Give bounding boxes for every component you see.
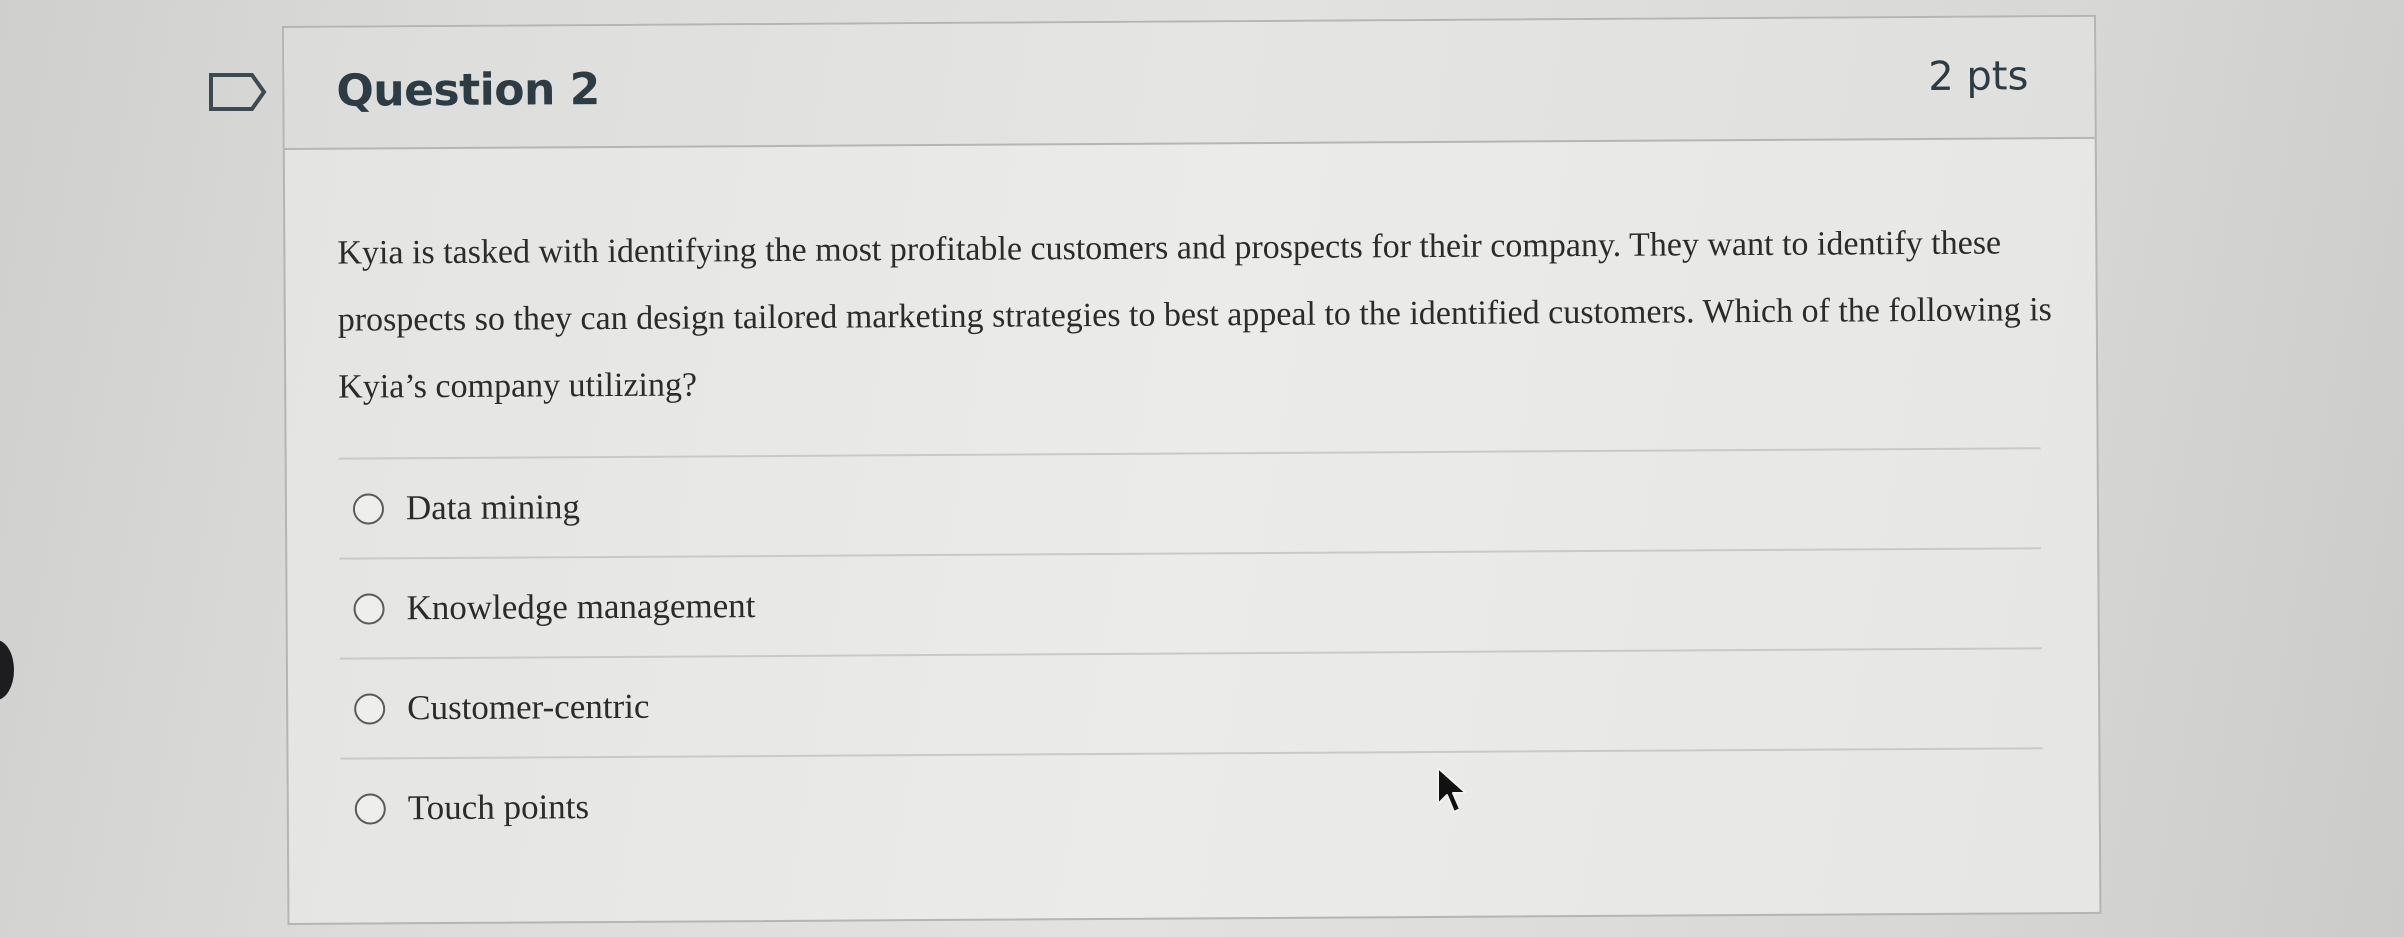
answer-label: Touch points	[407, 787, 590, 828]
question-title: Question 2	[336, 64, 600, 117]
answer-option-data-mining[interactable]: Data mining	[339, 449, 2042, 557]
flag-question-icon[interactable]	[208, 72, 268, 112]
answer-option-touch-points[interactable]: Touch points	[340, 749, 2043, 857]
answer-label: Customer-centric	[407, 686, 650, 728]
answer-list: Data mining Knowledge management Custome…	[338, 447, 2043, 857]
answer-label: Knowledge management	[406, 586, 756, 628]
mouse-pointer-icon	[1437, 767, 1467, 813]
radio-button[interactable]	[352, 492, 385, 525]
answer-option-customer-centric[interactable]: Customer-centric	[340, 649, 2043, 757]
radio-button[interactable]	[354, 692, 386, 725]
question-header: Question 2 2 pts	[284, 16, 2095, 150]
radio-button[interactable]	[353, 592, 385, 625]
screen-edge-shadow	[0, 640, 14, 700]
answer-label: Data mining	[405, 487, 581, 528]
question-points: 2 pts	[1928, 53, 2029, 100]
radio-button[interactable]	[354, 792, 386, 825]
question-card: Question 2 2 pts Kyia is tasked with ide…	[282, 14, 2102, 925]
question-text: Kyia is tasked with identifying the most…	[337, 224, 2052, 406]
answer-option-knowledge-management[interactable]: Knowledge management	[339, 549, 2042, 657]
